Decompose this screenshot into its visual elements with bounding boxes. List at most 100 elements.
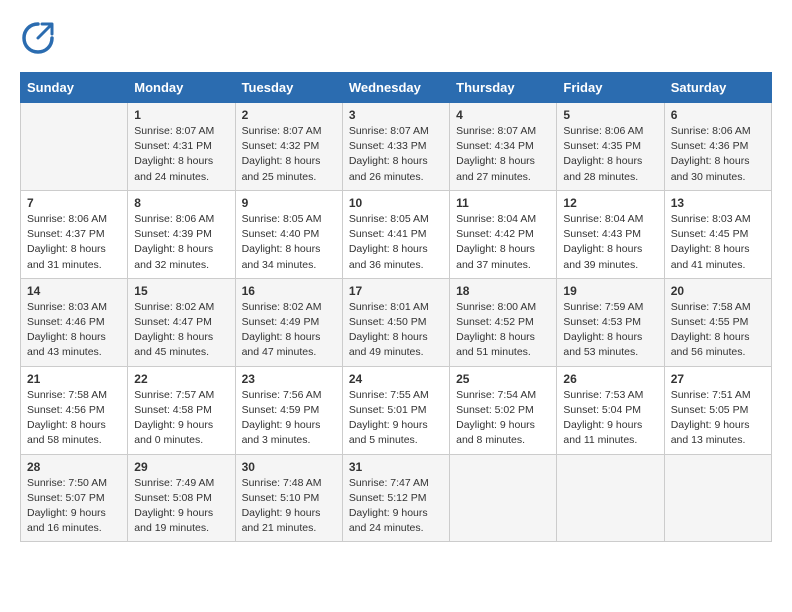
day-info: Sunrise: 8:06 AM Sunset: 4:36 PM Dayligh…: [671, 124, 765, 185]
day-number: 17: [349, 284, 443, 298]
calendar-cell: 22 Sunrise: 7:57 AM Sunset: 4:58 PM Dayli…: [128, 366, 235, 454]
day-info: Sunrise: 8:03 AM Sunset: 4:46 PM Dayligh…: [27, 300, 121, 361]
day-number: 23: [242, 372, 336, 386]
day-info: Sunrise: 8:07 AM Sunset: 4:32 PM Dayligh…: [242, 124, 336, 185]
logo-icon: [20, 20, 56, 56]
day-number: 26: [563, 372, 657, 386]
calendar-cell: 9 Sunrise: 8:05 AM Sunset: 4:40 PM Daylig…: [235, 190, 342, 278]
day-number: 30: [242, 460, 336, 474]
calendar-cell: 4 Sunrise: 8:07 AM Sunset: 4:34 PM Daylig…: [450, 103, 557, 191]
day-number: 29: [134, 460, 228, 474]
calendar-cell: 13 Sunrise: 8:03 AM Sunset: 4:45 PM Dayli…: [664, 190, 771, 278]
calendar-cell: 7Sunrise: 8:06 AM Sunset: 4:37 PM Daylig…: [21, 190, 128, 278]
calendar-week-row: 28 Sunrise: 7:50 AM Sunset: 5:07 PM Dayli…: [21, 454, 772, 542]
day-number: 4: [456, 108, 550, 122]
day-info: Sunrise: 8:07 AM Sunset: 4:34 PM Dayligh…: [456, 124, 550, 185]
calendar-cell: 24 Sunrise: 7:55 AM Sunset: 5:01 PM Dayli…: [342, 366, 449, 454]
day-number: 31: [349, 460, 443, 474]
calendar-cell: 8 Sunrise: 8:06 AM Sunset: 4:39 PM Daylig…: [128, 190, 235, 278]
day-number: 25: [456, 372, 550, 386]
day-number: 12: [563, 196, 657, 210]
day-info: Sunrise: 7:49 AM Sunset: 5:08 PM Dayligh…: [134, 476, 228, 537]
day-number: 3: [349, 108, 443, 122]
day-number: 28: [27, 460, 121, 474]
day-info: Sunrise: 7:48 AM Sunset: 5:10 PM Dayligh…: [242, 476, 336, 537]
day-number: 6: [671, 108, 765, 122]
weekday-header-monday: Monday: [128, 73, 235, 103]
day-info: Sunrise: 8:05 AM Sunset: 4:41 PM Dayligh…: [349, 212, 443, 273]
weekday-header-wednesday: Wednesday: [342, 73, 449, 103]
calendar-cell: [450, 454, 557, 542]
calendar-cell: [557, 454, 664, 542]
calendar-cell: 25 Sunrise: 7:54 AM Sunset: 5:02 PM Dayli…: [450, 366, 557, 454]
day-info: Sunrise: 8:02 AM Sunset: 4:49 PM Dayligh…: [242, 300, 336, 361]
calendar-cell: 21 Sunrise: 7:58 AM Sunset: 4:56 PM Dayli…: [21, 366, 128, 454]
day-number: 1: [134, 108, 228, 122]
day-number: 10: [349, 196, 443, 210]
day-info: Sunrise: 7:47 AM Sunset: 5:12 PM Dayligh…: [349, 476, 443, 537]
day-info: Sunrise: 8:06 AM Sunset: 4:35 PM Dayligh…: [563, 124, 657, 185]
calendar-cell: 31 Sunrise: 7:47 AM Sunset: 5:12 PM Dayli…: [342, 454, 449, 542]
calendar-week-row: 21 Sunrise: 7:58 AM Sunset: 4:56 PM Dayli…: [21, 366, 772, 454]
calendar-cell: [664, 454, 771, 542]
weekday-header-saturday: Saturday: [664, 73, 771, 103]
day-number: 19: [563, 284, 657, 298]
calendar-cell: 16 Sunrise: 8:02 AM Sunset: 4:49 PM Dayli…: [235, 278, 342, 366]
day-info: Sunrise: 8:07 AM Sunset: 4:31 PM Dayligh…: [134, 124, 228, 185]
day-info: Sunrise: 8:00 AM Sunset: 4:52 PM Dayligh…: [456, 300, 550, 361]
calendar-cell: 5Sunrise: 8:06 AM Sunset: 4:35 PM Daylig…: [557, 103, 664, 191]
calendar-cell: 6 Sunrise: 8:06 AM Sunset: 4:36 PM Daylig…: [664, 103, 771, 191]
day-info: Sunrise: 8:02 AM Sunset: 4:47 PM Dayligh…: [134, 300, 228, 361]
day-info: Sunrise: 7:59 AM Sunset: 4:53 PM Dayligh…: [563, 300, 657, 361]
day-info: Sunrise: 8:05 AM Sunset: 4:40 PM Dayligh…: [242, 212, 336, 273]
day-number: 22: [134, 372, 228, 386]
calendar-cell: 2 Sunrise: 8:07 AM Sunset: 4:32 PM Daylig…: [235, 103, 342, 191]
day-info: Sunrise: 7:54 AM Sunset: 5:02 PM Dayligh…: [456, 388, 550, 449]
day-info: Sunrise: 7:51 AM Sunset: 5:05 PM Dayligh…: [671, 388, 765, 449]
day-number: 27: [671, 372, 765, 386]
day-info: Sunrise: 8:07 AM Sunset: 4:33 PM Dayligh…: [349, 124, 443, 185]
day-info: Sunrise: 7:53 AM Sunset: 5:04 PM Dayligh…: [563, 388, 657, 449]
calendar-cell: 3 Sunrise: 8:07 AM Sunset: 4:33 PM Daylig…: [342, 103, 449, 191]
calendar-cell: 12 Sunrise: 8:04 AM Sunset: 4:43 PM Dayli…: [557, 190, 664, 278]
weekday-header-friday: Friday: [557, 73, 664, 103]
calendar-cell: 20Sunrise: 7:58 AM Sunset: 4:55 PM Dayli…: [664, 278, 771, 366]
calendar-week-row: 7Sunrise: 8:06 AM Sunset: 4:37 PM Daylig…: [21, 190, 772, 278]
day-number: 14: [27, 284, 121, 298]
day-info: Sunrise: 7:58 AM Sunset: 4:56 PM Dayligh…: [27, 388, 121, 449]
day-info: Sunrise: 7:55 AM Sunset: 5:01 PM Dayligh…: [349, 388, 443, 449]
calendar-cell: 14 Sunrise: 8:03 AM Sunset: 4:46 PM Dayli…: [21, 278, 128, 366]
day-number: 2: [242, 108, 336, 122]
calendar-cell: 19 Sunrise: 7:59 AM Sunset: 4:53 PM Dayli…: [557, 278, 664, 366]
calendar-cell: 29 Sunrise: 7:49 AM Sunset: 5:08 PM Dayli…: [128, 454, 235, 542]
day-number: 24: [349, 372, 443, 386]
day-info: Sunrise: 8:03 AM Sunset: 4:45 PM Dayligh…: [671, 212, 765, 273]
weekday-header-sunday: Sunday: [21, 73, 128, 103]
day-info: Sunrise: 7:57 AM Sunset: 4:58 PM Dayligh…: [134, 388, 228, 449]
day-info: Sunrise: 7:58 AM Sunset: 4:55 PM Dayligh…: [671, 300, 765, 361]
day-number: 21: [27, 372, 121, 386]
calendar-cell: 30 Sunrise: 7:48 AM Sunset: 5:10 PM Dayli…: [235, 454, 342, 542]
calendar-cell: 17 Sunrise: 8:01 AM Sunset: 4:50 PM Dayli…: [342, 278, 449, 366]
day-info: Sunrise: 7:50 AM Sunset: 5:07 PM Dayligh…: [27, 476, 121, 537]
weekday-header-tuesday: Tuesday: [235, 73, 342, 103]
day-number: 9: [242, 196, 336, 210]
day-number: 11: [456, 196, 550, 210]
day-info: Sunrise: 8:04 AM Sunset: 4:42 PM Dayligh…: [456, 212, 550, 273]
day-info: Sunrise: 8:06 AM Sunset: 4:39 PM Dayligh…: [134, 212, 228, 273]
day-info: Sunrise: 7:56 AM Sunset: 4:59 PM Dayligh…: [242, 388, 336, 449]
calendar-cell: 28 Sunrise: 7:50 AM Sunset: 5:07 PM Dayli…: [21, 454, 128, 542]
day-info: Sunrise: 8:01 AM Sunset: 4:50 PM Dayligh…: [349, 300, 443, 361]
day-number: 16: [242, 284, 336, 298]
calendar-cell: 10 Sunrise: 8:05 AM Sunset: 4:41 PM Dayli…: [342, 190, 449, 278]
calendar-cell: 15Sunrise: 8:02 AM Sunset: 4:47 PM Dayli…: [128, 278, 235, 366]
logo: [20, 20, 60, 56]
day-number: 8: [134, 196, 228, 210]
calendar-cell: 27 Sunrise: 7:51 AM Sunset: 5:05 PM Dayli…: [664, 366, 771, 454]
day-number: 13: [671, 196, 765, 210]
calendar-week-row: 1 Sunrise: 8:07 AM Sunset: 4:31 PM Daylig…: [21, 103, 772, 191]
day-number: 18: [456, 284, 550, 298]
day-info: Sunrise: 8:04 AM Sunset: 4:43 PM Dayligh…: [563, 212, 657, 273]
weekday-header-row: SundayMondayTuesdayWednesdayThursdayFrid…: [21, 73, 772, 103]
calendar-cell: 26 Sunrise: 7:53 AM Sunset: 5:04 PM Dayli…: [557, 366, 664, 454]
